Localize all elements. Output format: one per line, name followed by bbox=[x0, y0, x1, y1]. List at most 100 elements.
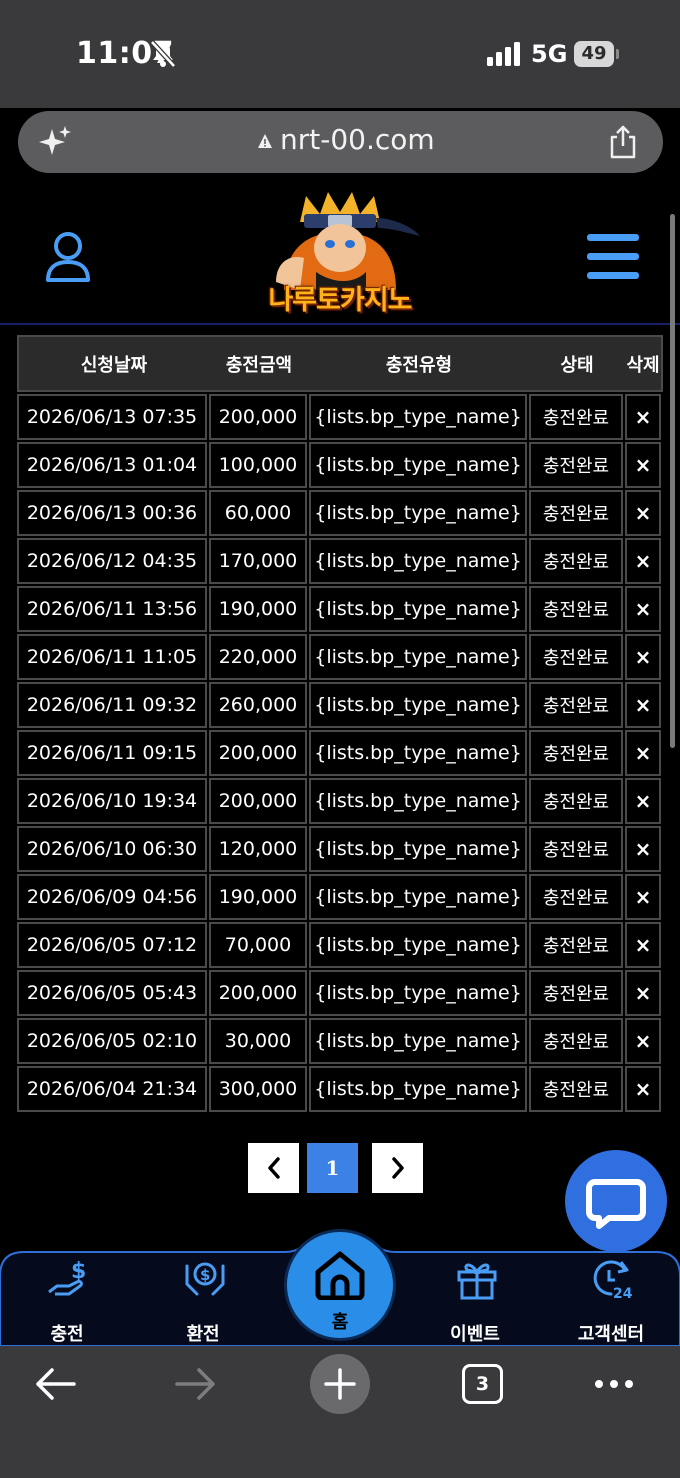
cell-date: 2026/06/13 00:36 bbox=[17, 490, 207, 536]
nav-charge[interactable]: $ 충전 bbox=[17, 1246, 117, 1346]
cell-amount: 300,000 bbox=[209, 1066, 307, 1112]
delete-x-icon[interactable]: × bbox=[635, 405, 652, 429]
cell-date-text: 2026/06/13 00:36 bbox=[26, 502, 198, 524]
cell-status: 충전완료 bbox=[529, 778, 623, 824]
cell-delete[interactable]: × bbox=[625, 394, 661, 440]
hamburger-menu-icon[interactable] bbox=[587, 234, 639, 280]
site-logo[interactable]: 나루토카지노 bbox=[254, 192, 426, 320]
cell-date: 2026/06/10 06:30 bbox=[17, 826, 207, 872]
bottom-navigation: $ 충전 $ 환전 홈 이벤트 24 고객센터 bbox=[0, 1232, 680, 1346]
pagination-prev-button[interactable] bbox=[248, 1143, 299, 1193]
cell-date: 2026/06/09 04:56 bbox=[17, 874, 207, 920]
cell-date: 2026/06/04 21:34 bbox=[17, 1066, 207, 1112]
new-tab-plus-icon[interactable] bbox=[309, 1353, 371, 1415]
cell-delete[interactable]: × bbox=[625, 874, 661, 920]
cell-delete[interactable]: × bbox=[625, 970, 661, 1016]
cell-amount: 200,000 bbox=[209, 730, 307, 776]
support-24h-icon: 24 bbox=[593, 1260, 633, 1300]
delete-x-icon[interactable]: × bbox=[635, 837, 652, 861]
table-row: 2026/06/11 13:56 190,000 {lists.bp_type_na… bbox=[17, 586, 663, 632]
battery-icon: 49 bbox=[574, 41, 619, 67]
delete-x-icon[interactable]: × bbox=[635, 741, 652, 765]
tabs-count-button[interactable]: 3 bbox=[462, 1364, 503, 1404]
share-icon[interactable] bbox=[608, 125, 638, 159]
cell-status-text: 충전완료 bbox=[542, 1080, 610, 1101]
cell-date: 2026/06/11 13:56 bbox=[17, 586, 207, 632]
address-bar[interactable]: nrt-00.com bbox=[18, 111, 663, 173]
cell-delete[interactable]: × bbox=[625, 922, 661, 968]
cell-delete[interactable]: × bbox=[625, 682, 661, 728]
nav-home[interactable]: 홈 bbox=[287, 1232, 393, 1338]
cell-delete[interactable]: × bbox=[625, 538, 661, 584]
cell-amount-text: 260,000 bbox=[218, 694, 298, 716]
more-dots-icon[interactable] bbox=[594, 1378, 634, 1390]
delete-x-icon[interactable]: × bbox=[635, 789, 652, 813]
cell-status-text: 충전완료 bbox=[542, 696, 610, 717]
cell-amount: 120,000 bbox=[209, 826, 307, 872]
delete-x-icon[interactable]: × bbox=[635, 453, 652, 477]
delete-x-icon[interactable]: × bbox=[635, 1029, 652, 1053]
cell-status-text: 충전완료 bbox=[542, 504, 610, 525]
cell-delete[interactable]: × bbox=[625, 1066, 661, 1112]
live-chat-button[interactable] bbox=[565, 1150, 667, 1252]
cell-status-text: 충전완료 bbox=[542, 600, 610, 621]
sparkle-icon[interactable] bbox=[38, 125, 72, 159]
browser-toolbar: 3 bbox=[0, 1346, 680, 1478]
cell-delete[interactable]: × bbox=[625, 442, 661, 488]
cell-delete[interactable]: × bbox=[625, 778, 661, 824]
cell-status-text: 충전완료 bbox=[542, 408, 610, 429]
url-text[interactable]: nrt-00.com bbox=[280, 123, 435, 156]
delete-x-icon[interactable]: × bbox=[635, 981, 652, 1005]
cell-type-text: {lists.bp_type_name} bbox=[314, 1030, 522, 1052]
chevron-right-icon bbox=[391, 1157, 404, 1179]
cell-status: 충전완료 bbox=[529, 1066, 623, 1112]
delete-x-icon[interactable]: × bbox=[635, 597, 652, 621]
delete-x-icon[interactable]: × bbox=[635, 885, 652, 909]
cell-delete[interactable]: × bbox=[625, 490, 661, 536]
nav-support-label: 고객센터 bbox=[577, 1324, 645, 1345]
cell-amount-text: 100,000 bbox=[218, 454, 298, 476]
cell-amount-text: 220,000 bbox=[218, 646, 298, 668]
cell-type-text: {lists.bp_type_name} bbox=[314, 1078, 522, 1100]
delete-x-icon[interactable]: × bbox=[635, 549, 652, 573]
delete-x-icon[interactable]: × bbox=[635, 933, 652, 957]
pagination-page-1[interactable]: 1 bbox=[307, 1143, 358, 1193]
delete-x-icon[interactable]: × bbox=[635, 1077, 652, 1101]
cell-type: {lists.bp_type_name} bbox=[309, 394, 527, 440]
cell-amount: 200,000 bbox=[209, 394, 307, 440]
delete-x-icon[interactable]: × bbox=[635, 645, 652, 669]
cell-delete[interactable]: × bbox=[625, 730, 661, 776]
user-icon[interactable] bbox=[44, 230, 92, 284]
cell-date-text: 2026/06/09 04:56 bbox=[26, 886, 198, 908]
nav-event[interactable]: 이벤트 bbox=[425, 1246, 525, 1346]
page-scrollbar[interactable] bbox=[670, 214, 675, 748]
cell-amount-text: 200,000 bbox=[218, 742, 298, 764]
delete-x-icon[interactable]: × bbox=[635, 693, 652, 717]
back-arrow-icon[interactable] bbox=[32, 1366, 76, 1402]
cell-type: {lists.bp_type_name} bbox=[309, 634, 527, 680]
battery-cap bbox=[616, 49, 619, 59]
cell-delete[interactable]: × bbox=[625, 634, 661, 680]
cell-status-text: 충전완료 bbox=[542, 1032, 610, 1053]
cell-status: 충전완료 bbox=[529, 874, 623, 920]
cell-delete[interactable]: × bbox=[625, 826, 661, 872]
cell-type-text: {lists.bp_type_name} bbox=[314, 838, 522, 860]
cell-date-text: 2026/06/10 19:34 bbox=[26, 790, 198, 812]
cell-type-text: {lists.bp_type_name} bbox=[314, 550, 522, 572]
cell-date-text: 2026/06/04 21:34 bbox=[26, 1078, 198, 1100]
chat-bubble-icon bbox=[586, 1179, 646, 1229]
cell-delete[interactable]: × bbox=[625, 586, 661, 632]
cell-amount-text: 60,000 bbox=[224, 502, 292, 524]
pagination-next-button[interactable] bbox=[372, 1143, 423, 1193]
table-row: 2026/06/11 11:05 220,000 {lists.bp_type_na… bbox=[17, 634, 663, 680]
nav-support[interactable]: 24 고객센터 bbox=[561, 1246, 661, 1346]
nav-event-label: 이벤트 bbox=[450, 1324, 500, 1345]
table-row: 2026/06/05 02:10 30,000 {lists.bp_type_nam… bbox=[17, 1018, 663, 1064]
gift-icon bbox=[457, 1263, 497, 1300]
cell-delete[interactable]: × bbox=[625, 1018, 661, 1064]
delete-x-icon[interactable]: × bbox=[635, 501, 652, 525]
svg-text:24: 24 bbox=[613, 1286, 633, 1300]
nav-exchange[interactable]: $ 환전 bbox=[153, 1246, 253, 1346]
warning-icon bbox=[258, 134, 272, 148]
forward-arrow-icon[interactable] bbox=[175, 1366, 219, 1402]
